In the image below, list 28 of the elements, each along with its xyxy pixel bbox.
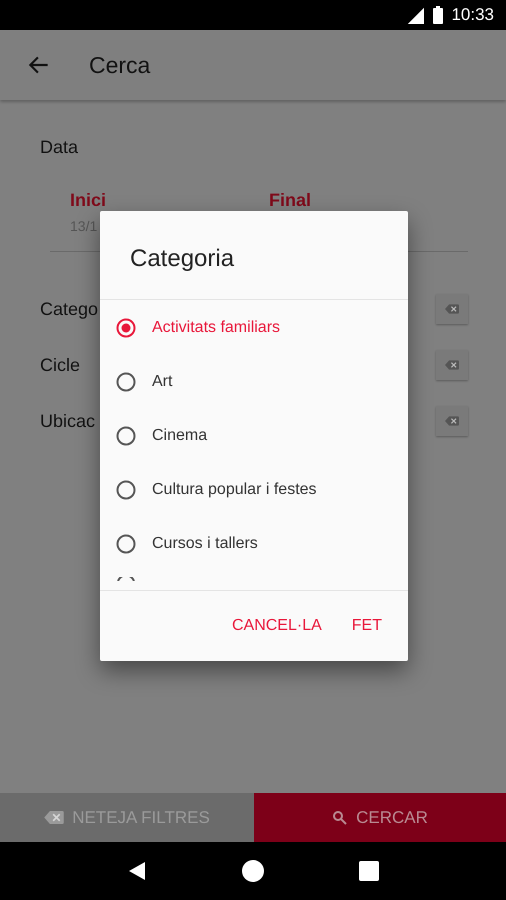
battery-icon: [433, 6, 444, 24]
filter-label: Ubicac: [40, 410, 96, 432]
section-label: Data: [40, 136, 80, 159]
clock-text: 10:33: [451, 4, 494, 26]
screen-title: Cerca: [89, 50, 150, 80]
backspace-icon: [445, 304, 459, 314]
filter-label: Cicle: [40, 354, 80, 376]
dialog-button[interactable]: FET: [344, 606, 390, 646]
backspace-icon: [445, 416, 459, 426]
backspace-icon: [445, 360, 459, 370]
search-icon: [332, 810, 348, 826]
radio-option[interactable]: Cultura popular i festes: [100, 463, 408, 517]
start-label: Inici: [70, 189, 108, 212]
backspace-icon: [44, 811, 64, 824]
radio-option[interactable]: Activitats familiars: [100, 301, 408, 355]
radio-option[interactable]: Cinema: [100, 409, 408, 463]
home-circle-icon[interactable]: [242, 860, 264, 882]
radio-icon: [116, 577, 136, 581]
radio-option[interactable]: Art: [100, 355, 408, 409]
dialog-button[interactable]: CANCEL·LA: [224, 606, 330, 646]
square-icon[interactable]: [358, 861, 379, 881]
radio-option[interactable]: Cursos i tallers: [100, 517, 408, 571]
end-label: Final: [269, 189, 312, 212]
search-button[interactable]: CERCAR: [254, 793, 506, 842]
filter-label: Catego: [40, 298, 98, 321]
dialog-title: Categoria: [130, 244, 236, 274]
back-triangle-icon[interactable]: [127, 861, 148, 881]
signal-icon: [405, 6, 426, 24]
